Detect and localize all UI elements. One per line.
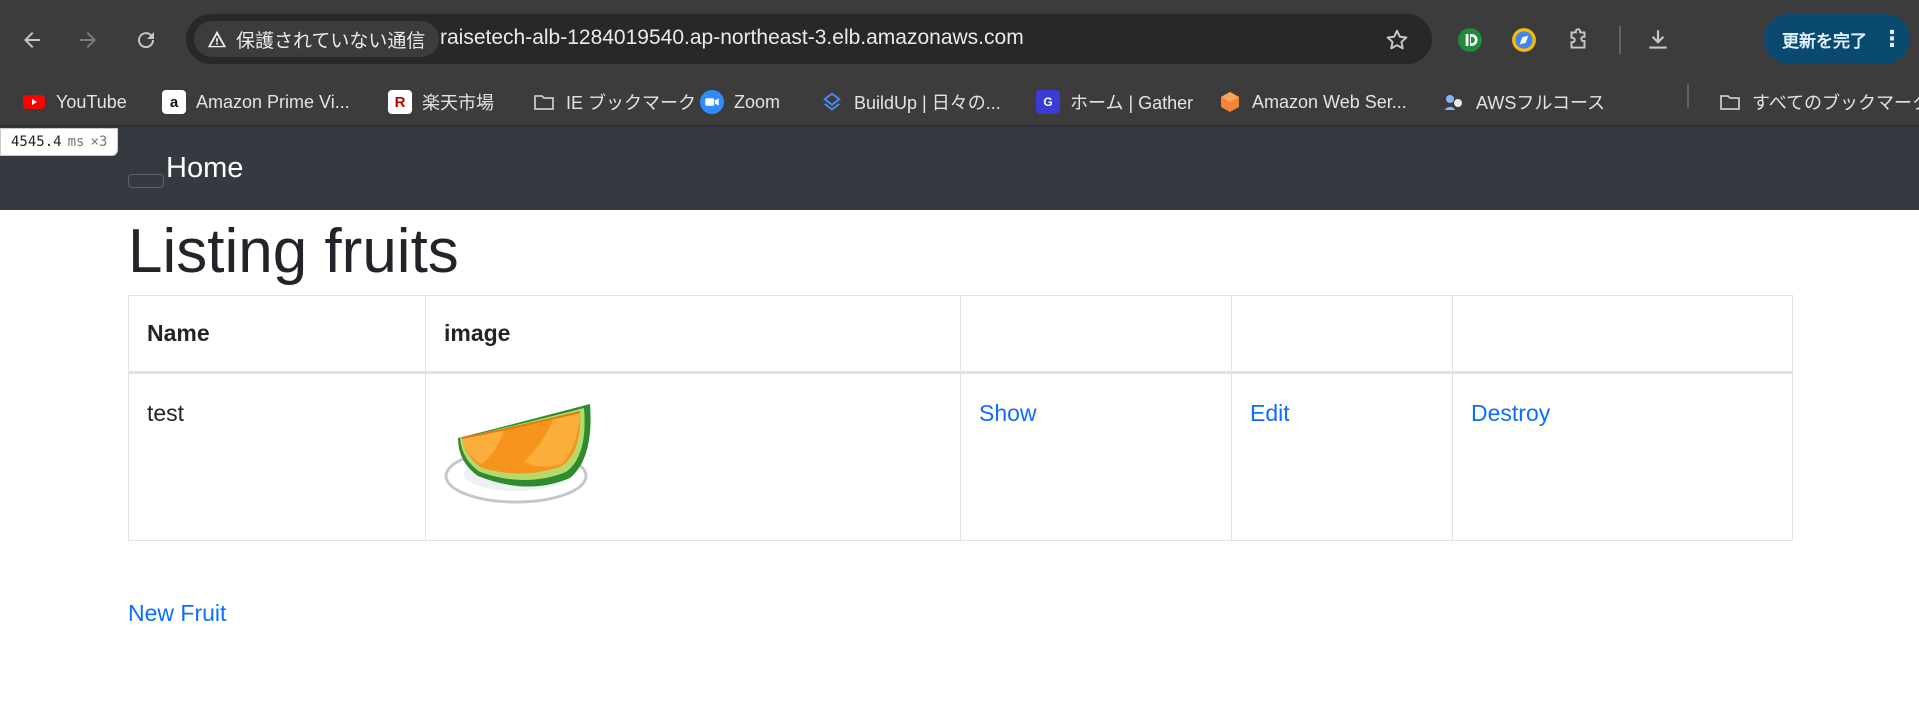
bookmark-youtube[interactable]: YouTube [22,86,127,118]
melon-image [444,404,591,504]
perf-count: ×3 [90,134,108,150]
table-row: test Show Edit Destroy [128,372,1793,541]
table-header-row: Name image [128,295,1793,374]
new-fruit-link[interactable]: New Fruit [128,600,226,627]
extension-compass-icon[interactable] [1506,22,1542,58]
fruits-table: Name image test Show Edit Destroy [128,295,1793,541]
bookmark-amazon-prime[interactable]: a Amazon Prime Vi... [162,86,350,118]
bookmark-star-icon[interactable] [1384,27,1410,53]
cell-name: test [128,372,426,541]
youtube-icon [22,90,46,114]
cell-show: Show [960,372,1232,541]
gather-icon: G [1036,90,1060,114]
bookmarks-bar: YouTube a Amazon Prime Vi... R 楽天市場 IE ブ… [0,78,1919,126]
performance-badge: 4545.4 ms ×3 [0,128,119,156]
extension-green-icon[interactable] [1452,22,1488,58]
buildup-icon [820,90,844,114]
url-text[interactable]: raisetech-alb-1284019540.ap-northeast-3.… [440,26,1024,50]
app-navbar: Home [0,126,1919,210]
aws-icon [1218,90,1242,114]
download-icon[interactable] [1640,22,1676,58]
header-destroy [1452,295,1793,374]
show-link[interactable]: Show [979,400,1037,426]
menu-dots-icon[interactable]: ⋮ [1881,26,1903,52]
header-image: image [425,295,961,374]
toolbar-divider [1619,26,1621,54]
bookmark-zoom[interactable]: Zoom [700,86,780,118]
reload-icon [138,32,155,49]
cell-image [425,372,961,541]
bookmark-all-bookmarks[interactable]: すべてのブックマーク [1718,86,1919,118]
awsfull-icon [1442,90,1466,114]
security-indicator[interactable]: 保護されていない通信 [194,21,440,57]
amazon-icon: a [162,90,186,114]
arrow-right-icon [80,32,96,48]
bookmark-gather[interactable]: G ホーム | Gather [1036,86,1193,118]
home-link[interactable]: Home [166,152,243,185]
bookmark-ie-folder[interactable]: IE ブックマーク [532,86,696,118]
cell-destroy: Destroy [1452,372,1793,541]
folder-icon [1718,90,1742,114]
edit-link[interactable]: Edit [1250,400,1290,426]
security-label: 保護されていない通信 [236,30,426,52]
header-name: Name [128,295,426,374]
warning-icon [207,30,227,48]
rakuten-icon: R [388,90,412,114]
zoom-icon [700,90,724,114]
bookmark-rakuten[interactable]: R 楽天市場 [388,86,494,118]
update-button-label: 更新を完了 [1782,31,1867,51]
browser-toolbar: 保護されていない通信 raisetech-alb-1284019540.ap-n… [0,0,1919,78]
perf-unit: ms [67,134,85,150]
bookmark-aws[interactable]: Amazon Web Ser... [1218,86,1407,118]
header-edit [1231,295,1453,374]
extensions-puzzle-icon[interactable] [1560,22,1596,58]
address-bar[interactable]: 保護されていない通信 raisetech-alb-1284019540.ap-n… [186,14,1432,64]
bookmark-buildup[interactable]: BuildUp | 日々の... [820,86,1001,118]
header-show [960,295,1232,374]
update-button[interactable]: 更新を完了 ⋮ [1764,14,1910,64]
page-title: Listing fruits [128,217,459,286]
folder-icon [532,90,556,114]
bookmarks-divider [1687,84,1689,108]
arrow-left-icon [24,32,40,48]
forward-button[interactable] [70,22,106,58]
navbar-toggler-button[interactable] [128,174,164,188]
destroy-link[interactable]: Destroy [1471,400,1550,426]
bookmark-aws-full-course[interactable]: AWSフルコース [1442,86,1605,118]
perf-value: 4545.4 [11,134,62,150]
reload-button[interactable] [128,22,164,58]
back-button[interactable] [14,22,50,58]
cell-edit: Edit [1231,372,1453,541]
